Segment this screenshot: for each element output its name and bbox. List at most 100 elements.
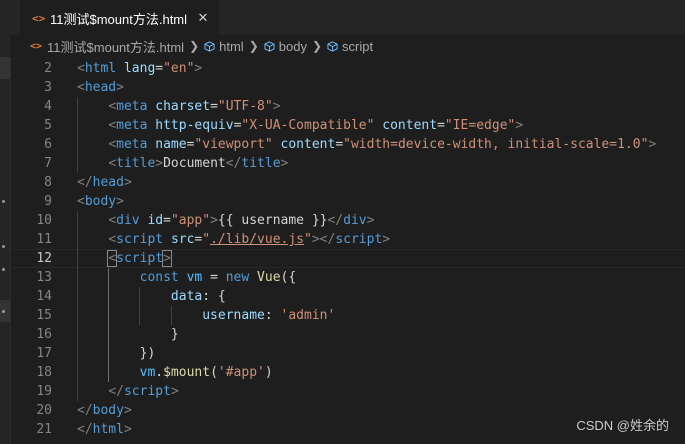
code-line[interactable]: 18 vm.$mount('#app')	[10, 363, 685, 382]
code-line[interactable]: 6 <meta name="viewport" content="width=d…	[10, 135, 685, 154]
close-icon[interactable]: ✕	[195, 10, 211, 26]
code-token: Document	[163, 156, 226, 171]
code-line[interactable]: 9 <body>	[10, 192, 685, 211]
code-token: >	[648, 137, 657, 152]
code-text: <div id="app">{{ username }}</div>	[77, 211, 374, 230]
code-token: : {	[202, 289, 226, 304]
code-text: <html lang="en">	[77, 59, 202, 78]
breadcrumb-item-html[interactable]: html	[204, 39, 244, 54]
breadcrumb-label: 11测试$mount方法.html	[47, 39, 185, 55]
code-token: =	[202, 270, 226, 285]
code-line[interactable]: 2 <html lang="en">	[10, 59, 685, 78]
code-token: <	[108, 118, 117, 133]
code-token: script	[123, 384, 171, 399]
code-text: data: {	[77, 287, 226, 306]
code-line[interactable]: 4 <meta charset="UTF-8">	[10, 97, 685, 116]
code-text: <script src="./lib/vue.js"></script>	[77, 230, 390, 249]
code-token: )	[264, 365, 273, 380]
code-line[interactable]: 15 username: 'admin'	[10, 306, 685, 325]
code-line[interactable]: 11 <script src="./lib/vue.js"></script>	[10, 230, 685, 249]
code-token: vm	[139, 365, 156, 380]
breadcrumb-item-body[interactable]: body	[264, 39, 307, 54]
code-token: data	[170, 289, 203, 304]
code-token: $mount	[163, 365, 211, 380]
code-token: src	[170, 232, 195, 247]
line-number: 21	[36, 422, 52, 437]
chevron-right-icon: ❯	[189, 39, 200, 53]
code-token: </	[327, 213, 344, 228]
breadcrumb-label: body	[278, 38, 307, 54]
code-token: </	[108, 384, 124, 399]
line-number: 20	[36, 403, 52, 418]
code-token: content	[382, 118, 438, 133]
code-token: "UTF-8"	[217, 99, 273, 114]
code-token: =	[155, 61, 164, 76]
code-token: 'admin'	[280, 308, 336, 323]
line-number: 11	[36, 232, 52, 247]
code-token: id	[147, 213, 164, 228]
breadcrumb-item-script[interactable]: script	[327, 39, 373, 54]
code-line[interactable]: 17 })	[10, 344, 685, 363]
editor-tab[interactable]: <> 11测试$mount方法.html ✕	[20, 0, 219, 35]
line-number: 18	[36, 365, 52, 380]
line-number: 15	[36, 308, 52, 323]
code-token: username	[202, 308, 265, 323]
code-line[interactable]: 8 </head>	[10, 173, 685, 192]
code-token: >	[515, 118, 524, 133]
line-number: 17	[36, 346, 52, 361]
tab-title[interactable]: 11测试$mount方法.html	[50, 9, 195, 28]
code-token: >	[272, 99, 281, 114]
line-number: 2	[44, 61, 52, 76]
html-file-icon: <>	[30, 40, 43, 52]
line-number: 19	[36, 384, 52, 399]
code-token: <	[108, 99, 117, 114]
symbol-cube-icon	[204, 40, 215, 52]
code-line[interactable]: 10 <div id="app">{{ username }}</div>	[10, 211, 685, 230]
code-token: head	[84, 80, 117, 95]
code-token: >	[123, 422, 132, 437]
code-token: meta	[116, 99, 148, 114]
indent-guide	[77, 97, 78, 173]
code-token: >	[116, 80, 124, 95]
code-token: meta	[116, 118, 148, 133]
line-number: 16	[36, 327, 52, 342]
breadcrumb-item-file[interactable]: <> 11测试$mount方法.html	[30, 37, 184, 56]
code-token: new	[225, 270, 250, 285]
code-text: const vm = new Vue({	[77, 268, 297, 287]
code-token: =	[335, 137, 344, 152]
code-text: </script>	[77, 382, 178, 401]
code-token: html	[92, 422, 124, 437]
code-token: div	[116, 213, 140, 228]
code-token: ></	[311, 232, 336, 247]
code-line[interactable]: 3 <head>	[10, 78, 685, 97]
code-text: <head>	[77, 78, 124, 97]
code-token: charset	[155, 99, 211, 114]
code-line[interactable]: 19 </script>	[10, 382, 685, 401]
code-line[interactable]: 12 <script>	[10, 249, 685, 268]
code-token: "viewport"	[194, 137, 273, 152]
line-number: 12	[36, 251, 52, 266]
strip-dot	[2, 245, 5, 248]
code-token: "	[202, 232, 211, 247]
code-text: </html>	[77, 420, 132, 439]
code-editor[interactable]: 2 <html lang="en"> 3 <head> 4 <meta charset=…	[10, 57, 685, 444]
code-token: "IE=edge"	[444, 118, 516, 133]
code-token: >	[194, 61, 203, 76]
code-line[interactable]: 5 <meta http-equiv = "X-UA-Compatible" con…	[10, 116, 685, 135]
code-line[interactable]: 16 }	[10, 325, 685, 344]
code-token: script	[335, 232, 383, 247]
code-line[interactable]: 14 data: {	[10, 287, 685, 306]
code-token: </	[77, 422, 93, 437]
code-token: Vue	[257, 270, 281, 285]
code-token: =	[437, 118, 445, 133]
code-line[interactable]: 13 const vm = new Vue({	[10, 268, 685, 287]
code-token: >	[123, 403, 132, 418]
code-line[interactable]: 7 <title>Document</title>	[10, 154, 685, 173]
symbol-cube-icon	[327, 40, 338, 52]
